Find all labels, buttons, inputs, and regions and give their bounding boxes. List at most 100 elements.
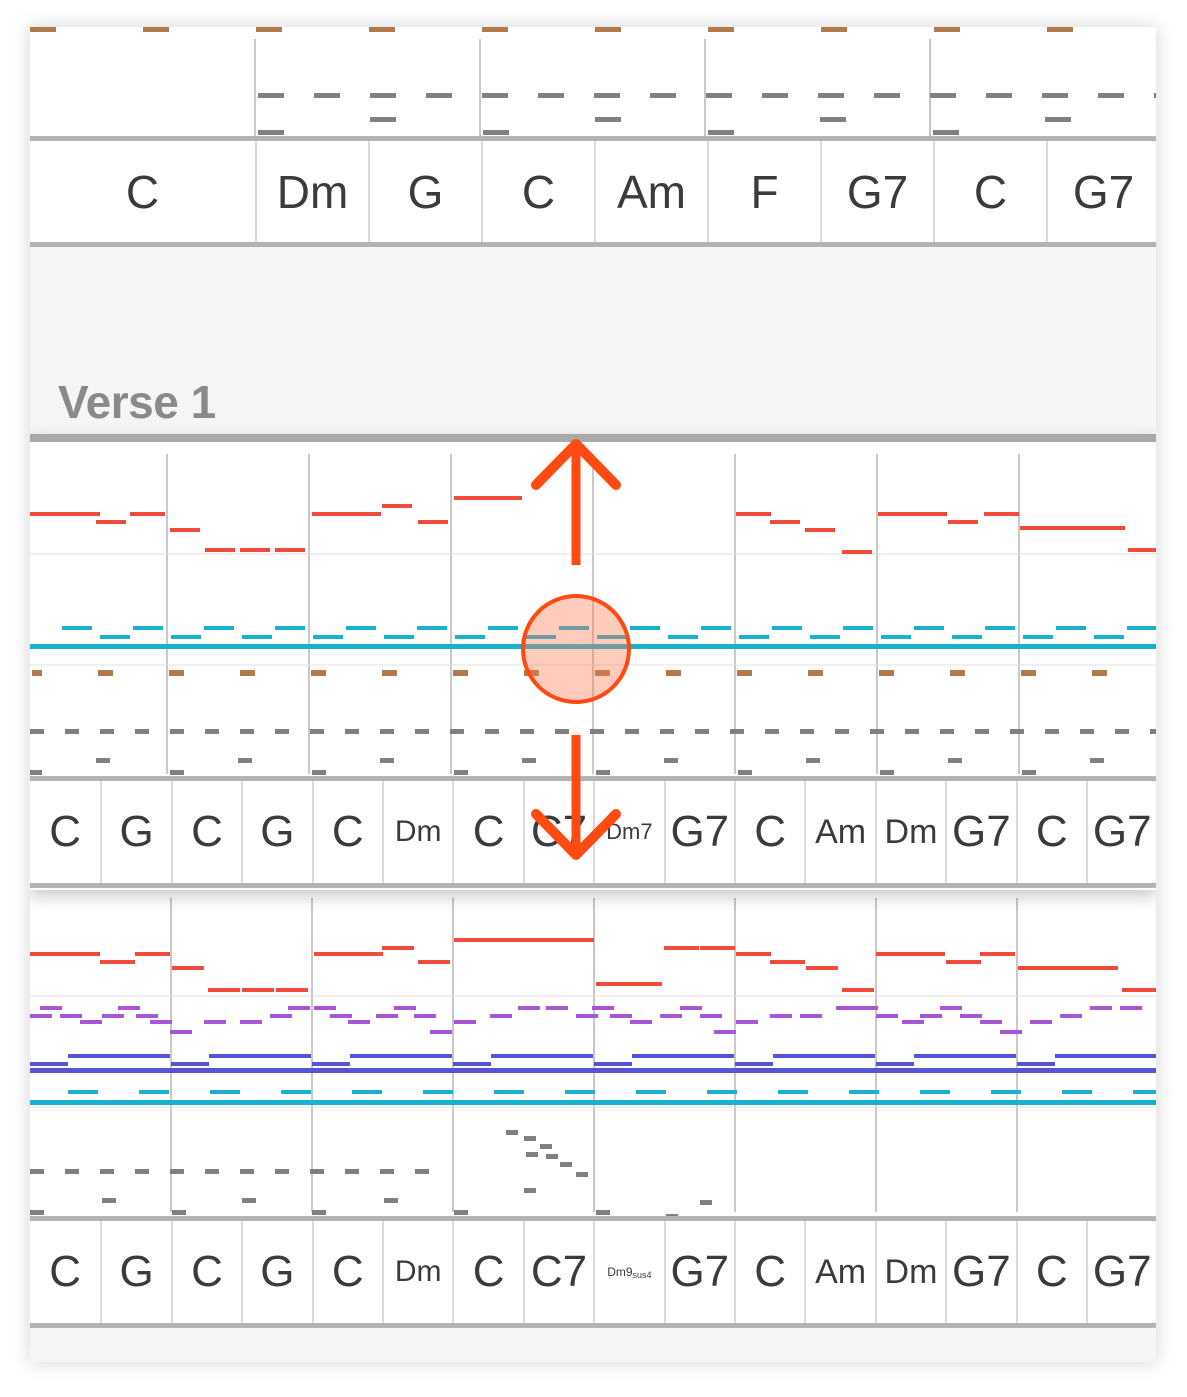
chord-note [348, 1020, 370, 1024]
chord-cell[interactable]: G7 [945, 781, 1015, 883]
chord-label: C [754, 807, 787, 856]
drum-hit [934, 27, 960, 32]
verse2-chord-row[interactable]: C G C G C Dm C C7 Dm9 sus4 G7 C Am Dm G7 C G7 [30, 1216, 1156, 1328]
bass-note [204, 626, 234, 630]
chord-cell[interactable]: G [100, 781, 170, 883]
chord-cell[interactable]: G [368, 141, 481, 242]
melody-note [170, 528, 200, 532]
chord-cell[interactable]: C [30, 141, 255, 242]
chord-cell[interactable]: C [30, 781, 100, 883]
drum-hit [880, 770, 894, 775]
chord-label: G [119, 1247, 154, 1296]
chord-cell[interactable]: G [241, 1221, 311, 1323]
bass-note [313, 635, 343, 639]
drum-hit [986, 93, 1012, 98]
chord-label: G [260, 807, 295, 856]
chord-cell[interactable]: G7 [820, 141, 933, 242]
bass-note [636, 1090, 666, 1094]
chord-cell[interactable]: C [30, 1221, 100, 1323]
chord-cell[interactable]: C [1015, 1221, 1086, 1323]
drum-hit [538, 93, 564, 98]
chord-cell[interactable]: G7 [1046, 141, 1156, 242]
chord-label: Dm [394, 1255, 442, 1288]
melody-note [348, 952, 383, 956]
chord-cell[interactable]: Dm7 [593, 781, 663, 883]
chord-label: C [49, 1247, 82, 1296]
chord-cell[interactable]: C [170, 781, 241, 883]
drum-hit [708, 27, 734, 32]
verse1-block-selected[interactable]: C G C G C Dm C C7 Dm7 G7 C Am Dm G7 C G7 [30, 434, 1156, 890]
chord-note [980, 1020, 1002, 1024]
chord-note [204, 1020, 226, 1024]
chord-cell[interactable]: C [170, 1221, 241, 1323]
chord-cell[interactable]: G [241, 781, 311, 883]
bass-note [1127, 626, 1156, 630]
verse2-track-block[interactable] [30, 890, 1156, 1220]
drum-hit [506, 1130, 518, 1135]
intro-track-block[interactable] [30, 27, 1156, 139]
chord-cell[interactable]: Dm [874, 1221, 945, 1323]
chord-cell[interactable]: Am [594, 141, 707, 242]
melody-note [984, 512, 1019, 516]
chord-cell[interactable]: C7 [522, 781, 593, 883]
song-arrangement-canvas[interactable]: C Dm G C Am F G7 C G7 Verse 1 C G C G C Dm C C7 Dm7 G7 C Am… [30, 27, 1156, 1362]
chord-cell[interactable]: C [481, 141, 594, 242]
chord-cell[interactable]: Dm [382, 1221, 452, 1323]
chord-cell[interactable]: C [311, 1221, 382, 1323]
chord-cell[interactable]: C [933, 141, 1046, 242]
chord-cell[interactable]: Am [804, 781, 874, 883]
chord-cell[interactable]: Dm [382, 781, 452, 883]
drum-hit [30, 1210, 44, 1215]
chord-note [770, 1014, 792, 1018]
chord-cell[interactable]: G7 [1086, 781, 1156, 883]
chord-note [454, 1020, 476, 1024]
chord-note [68, 1054, 170, 1058]
drum-hit [345, 1169, 359, 1174]
chord-cell[interactable]: G7 [945, 1221, 1015, 1323]
drum-hit [426, 93, 452, 98]
chord-cell[interactable]: G [100, 1221, 170, 1323]
chord-cell[interactable]: G7 [663, 781, 734, 883]
chord-cell[interactable]: F [707, 141, 820, 242]
drum-hit [450, 729, 464, 734]
chord-cell[interactable]: C [1015, 781, 1086, 883]
verse1-track-lanes [30, 454, 1156, 775]
chord-cell[interactable]: Am [804, 1221, 874, 1323]
drum-hit [905, 729, 919, 734]
bass-note [275, 626, 305, 630]
chord-note [546, 1006, 568, 1010]
chord-cell[interactable]: C [452, 1221, 522, 1323]
chord-cell[interactable]: Dm9 sus4 [593, 1221, 663, 1323]
drum-hit [1045, 729, 1059, 734]
drum-hit [238, 758, 252, 763]
chord-cell[interactable]: Dm [255, 141, 368, 242]
chord-cell[interactable]: G7 [1086, 1221, 1156, 1323]
chord-note [30, 1014, 52, 1018]
drum-hit [174, 670, 184, 676]
drum-hit [526, 1152, 538, 1157]
chord-cell[interactable]: C [734, 1221, 804, 1323]
chord-cell[interactable]: C [311, 781, 382, 883]
drum-hit [660, 729, 674, 734]
chord-note [920, 1014, 942, 1018]
chord-note [1030, 1020, 1052, 1024]
drum-hit [135, 1169, 149, 1174]
drum-hit [590, 729, 604, 734]
drum-hit [955, 670, 965, 676]
drum-hit [102, 1198, 116, 1203]
chord-cell[interactable]: C [452, 781, 522, 883]
drum-hit [821, 27, 847, 32]
verse1-chord-row[interactable]: C G C G C Dm C C7 Dm7 G7 C Am Dm G7 C G7 [30, 776, 1156, 888]
drum-hit [708, 130, 734, 135]
chord-note [330, 1014, 352, 1018]
chord-note [736, 1020, 758, 1024]
chord-cell[interactable]: C [734, 781, 804, 883]
chord-cell[interactable]: G7 [663, 1221, 734, 1323]
intro-chord-row[interactable]: C Dm G C Am F G7 C G7 [30, 136, 1156, 247]
melody-note [596, 982, 662, 986]
chord-note [632, 1054, 734, 1058]
chord-label: C7 [530, 1247, 588, 1296]
chord-note [453, 1062, 491, 1066]
chord-cell[interactable]: C7 [522, 1221, 593, 1323]
chord-cell[interactable]: Dm [874, 781, 945, 883]
